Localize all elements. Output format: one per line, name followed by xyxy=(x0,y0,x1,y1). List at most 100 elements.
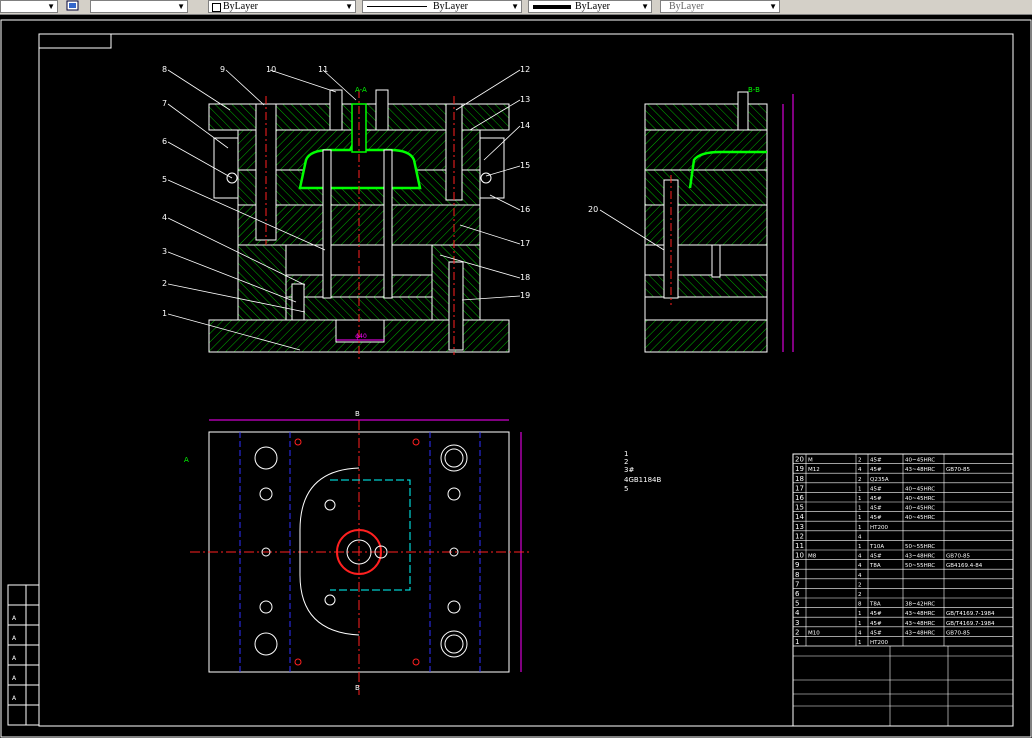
color-swatch-icon xyxy=(212,3,221,12)
bom-cell: 45# xyxy=(870,506,882,512)
bom-cell: 2 xyxy=(858,477,862,483)
plan-view[interactable]: A B B xyxy=(184,410,530,695)
bom-cell: 45# xyxy=(870,458,882,464)
b-bolt xyxy=(737,91,749,131)
bom-cell: 1 xyxy=(858,611,862,617)
callout-11: 11 xyxy=(318,65,328,74)
bolt-hole xyxy=(447,487,461,501)
bom-cell: Q235A xyxy=(870,477,889,483)
bolt-hole xyxy=(259,487,273,501)
layer-icon xyxy=(66,0,79,11)
chevron-down-icon: ▼ xyxy=(345,2,353,11)
bom-cell: 16 xyxy=(795,494,804,502)
guide-hole xyxy=(254,446,278,470)
bolt-m12 xyxy=(448,261,464,351)
bom-cell: 43~48HRC xyxy=(905,467,935,473)
bolt-m10 xyxy=(291,283,305,321)
bom-cell: 8 xyxy=(795,571,799,579)
bom-cell: 9 xyxy=(795,561,799,569)
bom-cell: 4 xyxy=(858,630,862,636)
b-fixed-plate xyxy=(644,129,768,171)
chevron-down-icon: ▼ xyxy=(511,2,519,11)
bom-cell: 45# xyxy=(870,630,882,636)
bom-cell: 11 xyxy=(795,542,804,550)
bom-cell: 1 xyxy=(858,640,862,646)
callout-19: 19 xyxy=(520,291,530,300)
bom-cell: M xyxy=(808,458,813,464)
bom-cell: 1 xyxy=(858,486,862,492)
bom-cell: GB4169.4-84 xyxy=(946,563,983,569)
table-cell: A xyxy=(12,675,17,682)
bom-cell: 40~45HRC xyxy=(905,486,935,492)
note-line: 4GB1184B xyxy=(624,476,661,484)
color-value: ByLayer xyxy=(223,1,258,12)
bom-cell: 50~55HRC xyxy=(905,563,935,569)
b-support-plate xyxy=(644,204,768,246)
bom-cell: 2 xyxy=(795,628,799,636)
bom-cell: 4 xyxy=(858,573,862,579)
section-arrow-label: B xyxy=(355,410,360,418)
diameter-dimension: ϕ40 xyxy=(355,333,367,340)
drawing-canvas[interactable]: ϕ40 A-A 1 2 3 4 5 6 7 8 9 10 11 12 13 14… xyxy=(0,15,1032,738)
section-b-b[interactable]: B-B xyxy=(599,86,794,353)
bom-cell: 40~45HRC xyxy=(905,496,935,502)
section-label-a: A-A xyxy=(355,86,367,94)
bom-cell: M12 xyxy=(808,467,820,473)
table-cell: A xyxy=(12,635,17,642)
cavity-outline xyxy=(330,479,411,591)
callout-2: 2 xyxy=(162,279,167,288)
linetype-preview-icon xyxy=(367,6,427,7)
layer-combo[interactable]: ▼ xyxy=(0,0,58,13)
callout-17: 17 xyxy=(520,239,530,248)
bom-cell: 20 xyxy=(795,456,804,464)
bolt-hole xyxy=(447,600,461,614)
note-line: 3# xyxy=(624,466,634,474)
marker-hole xyxy=(412,438,420,446)
callout-5: 5 xyxy=(162,175,167,184)
drawing-number-box xyxy=(38,33,112,49)
return-pin-right xyxy=(383,149,393,299)
note-line: 5 xyxy=(624,485,628,493)
callout-16: 16 xyxy=(520,205,530,214)
b-base-plate xyxy=(644,319,768,353)
callout-18: 18 xyxy=(520,273,530,282)
b-ejector-plate xyxy=(644,274,768,298)
bom-cell: M8 xyxy=(808,554,817,560)
section-a-a[interactable]: ϕ40 A-A xyxy=(208,86,510,360)
guide-hole xyxy=(254,632,278,656)
bom-cell: 43~48HRC xyxy=(905,554,935,560)
bom-cell: 1 xyxy=(858,506,862,512)
bom-cell: 43~48HRC xyxy=(905,621,935,627)
color-combo[interactable]: ByLayer ▼ xyxy=(208,0,356,13)
bom-cell: GB70-85 xyxy=(946,630,971,636)
note-line: 1 xyxy=(624,450,628,458)
bom-cell: HT200 xyxy=(870,640,888,646)
layer-properties-button[interactable] xyxy=(66,0,86,13)
marker-hole xyxy=(412,658,420,666)
bom-cell: 5 xyxy=(795,600,799,608)
slide-right xyxy=(479,137,505,199)
callout-4: 4 xyxy=(162,213,167,222)
bom-cell: 12 xyxy=(795,532,804,540)
layer-name-combo[interactable]: ▼ xyxy=(90,0,188,13)
bom-cell: 1 xyxy=(795,638,799,646)
callout-1: 1 xyxy=(162,309,167,318)
linetype-combo[interactable]: ByLayer ▼ xyxy=(362,0,522,13)
table-cell: A xyxy=(12,695,17,702)
table-cell: A xyxy=(12,615,17,622)
bolt-hole xyxy=(259,600,273,614)
bom-cell: 1 xyxy=(858,621,862,627)
bom-cell: 45# xyxy=(870,467,882,473)
plotstyle-combo[interactable]: ByLayer ▼ xyxy=(660,0,780,13)
lineweight-combo[interactable]: ByLayer ▼ xyxy=(528,0,652,13)
bom-cell: 4 xyxy=(858,467,862,473)
bom-cell: 1 xyxy=(858,515,862,521)
bolt-m8-right xyxy=(375,89,389,131)
plotstyle-value: ByLayer xyxy=(669,1,704,12)
bom-cell: 2 xyxy=(858,592,862,598)
callout-9: 9 xyxy=(220,65,225,74)
bom-cell: 8 xyxy=(858,602,862,608)
chevron-down-icon: ▼ xyxy=(641,2,649,11)
callout-8: 8 xyxy=(162,65,167,74)
bom-cell: 50~55HRC xyxy=(905,544,935,550)
